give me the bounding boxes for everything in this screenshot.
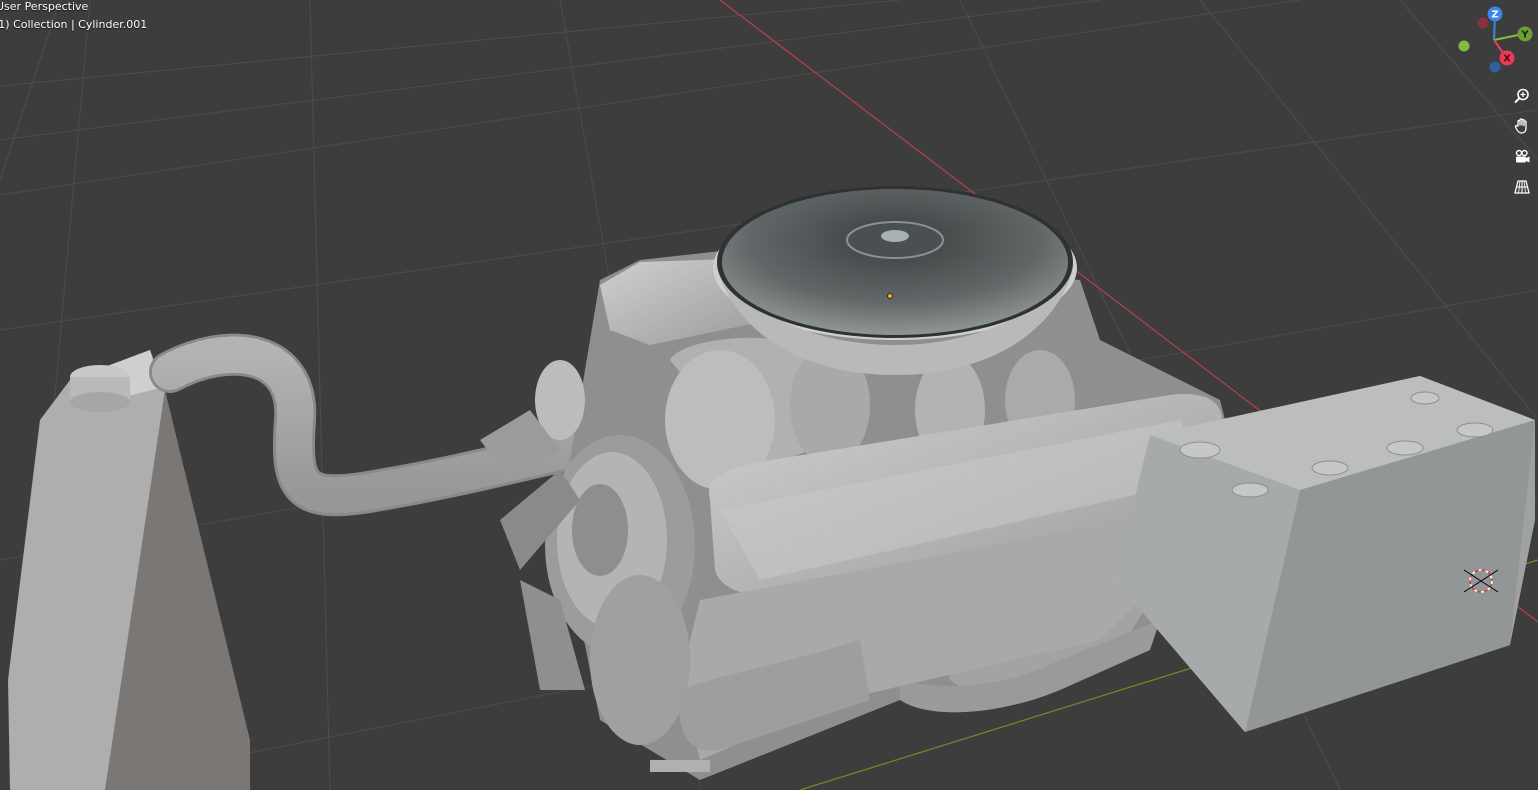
grid-perspective-icon [1514, 180, 1530, 194]
radiator [8, 350, 250, 790]
zoom-button[interactable] [1508, 82, 1536, 110]
pan-button[interactable] [1508, 112, 1536, 140]
zoom-icon [1514, 88, 1529, 104]
svg-text:Y: Y [1520, 30, 1529, 41]
view-mode-label: User Perspective [0, 0, 89, 13]
battery [1115, 376, 1535, 732]
navigation-gizmo[interactable]: Z Y X [1452, 4, 1538, 82]
3d-viewport[interactable]: User Perspective (1) Collection | Cylind… [0, 0, 1538, 790]
camera-icon [1515, 149, 1530, 163]
neg-x-handle-icon [1477, 17, 1489, 29]
camera-view-button[interactable] [1508, 143, 1536, 171]
z-axis-handle[interactable]: Z [1487, 6, 1503, 22]
neg-y-handle-icon [1458, 40, 1470, 52]
x-axis-handle[interactable]: X [1499, 50, 1515, 66]
ortho-toggle-button[interactable] [1508, 173, 1536, 201]
collection-path-label: (1) Collection | Cylinder.001 [0, 18, 148, 31]
svg-text:Z: Z [1491, 10, 1498, 21]
neg-z-handle-icon [1489, 61, 1501, 73]
hand-pan-icon [1514, 118, 1527, 134]
origin-point [887, 293, 893, 299]
engine-scene[interactable] [0, 0, 1538, 790]
y-axis-handle[interactable]: Y [1517, 26, 1533, 42]
svg-text:X: X [1503, 54, 1511, 65]
